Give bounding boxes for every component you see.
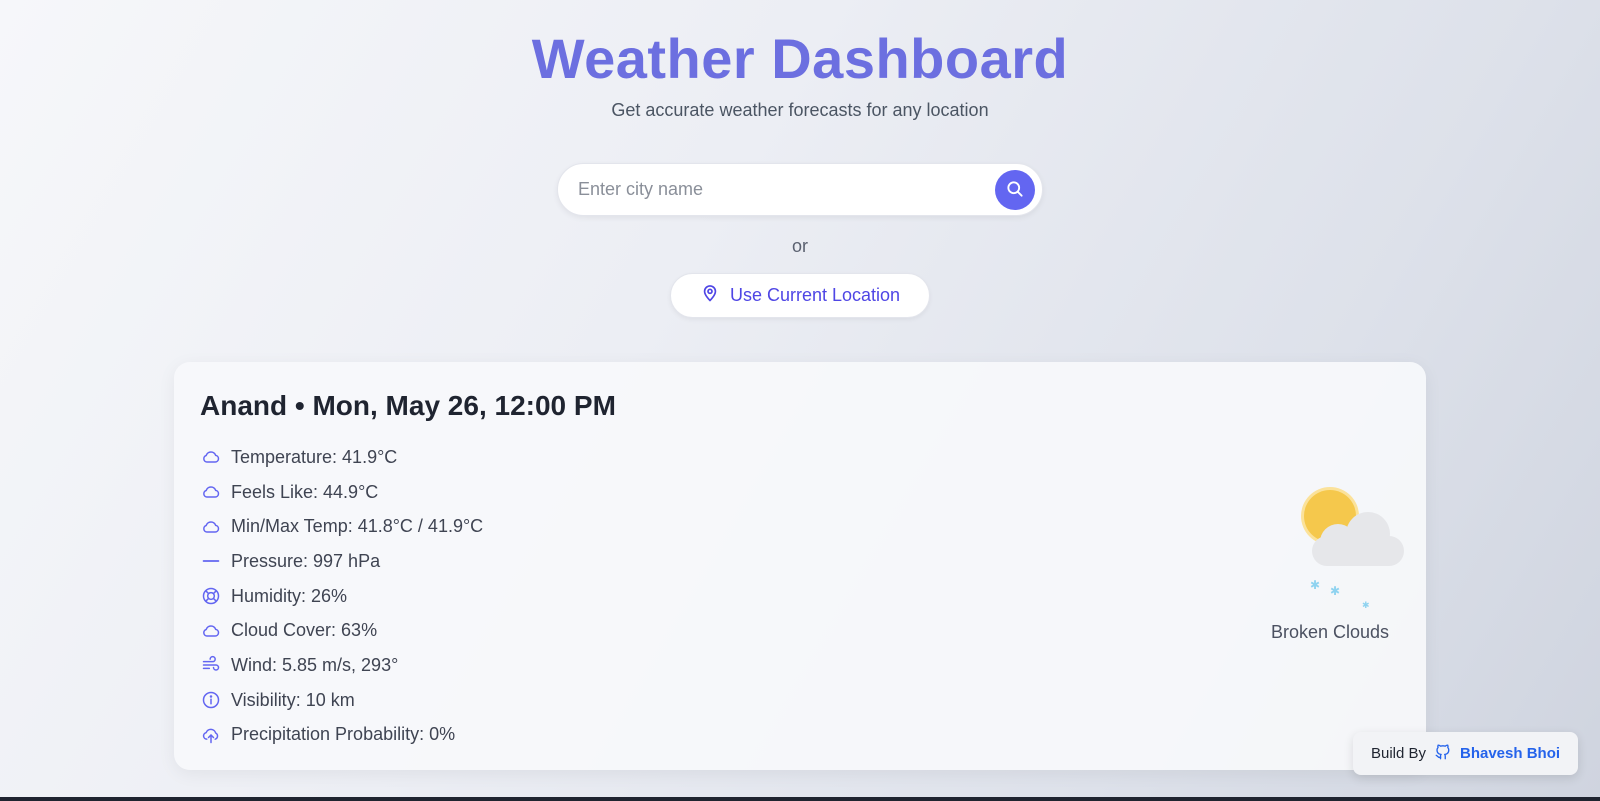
- search-button[interactable]: [995, 170, 1035, 210]
- location-pin-icon: [700, 283, 720, 308]
- info-icon: [200, 689, 222, 711]
- snowflake-icon: ✱: [1362, 600, 1370, 610]
- detail-text: Min/Max Temp: 41.8°C / 41.9°C: [231, 516, 484, 537]
- detail-text: Temperature: 41.9°C: [231, 446, 398, 467]
- location-button-label: Use Current Location: [729, 285, 901, 305]
- detail-humidity: Humidity: 26%: [200, 579, 483, 614]
- cloud-icon: [200, 620, 222, 642]
- wind-icon: [200, 654, 222, 676]
- detail-text: Cloud Cover: 63%: [231, 620, 378, 641]
- header: Weather Dashboard Get accurate weather f…: [0, 28, 1600, 121]
- detail-wind: Wind: 5.85 m/s, 293°: [200, 648, 483, 683]
- credit-badge: Build By Bhavesh Bhoi: [1353, 732, 1578, 775]
- condition-label: Broken Clouds: [1270, 622, 1390, 642]
- cloud-icon: [200, 481, 222, 503]
- detail-visibility: Visibility: 10 km: [200, 683, 483, 718]
- lifebuoy-icon: [200, 585, 222, 607]
- detail-precipitation: Precipitation Probability: 0%: [200, 718, 483, 753]
- cloud-shape: [1312, 512, 1404, 566]
- weather-card: Anand • Mon, May 26, 12:00 PM Temperatur…: [174, 362, 1426, 770]
- author-link[interactable]: Bhavesh Bhoi: [1460, 745, 1560, 762]
- dash-icon: [200, 550, 222, 572]
- weather-details-list: Temperature: 41.9°C Feels Like: 44.9°C M…: [200, 440, 483, 752]
- detail-feels-like: Feels Like: 44.9°C: [200, 475, 483, 510]
- search-input[interactable]: [578, 164, 978, 215]
- detail-temperature: Temperature: 41.9°C: [200, 440, 483, 475]
- detail-text: Visibility: 10 km: [231, 689, 355, 710]
- detail-text: Wind: 5.85 m/s, 293°: [231, 654, 399, 675]
- page-title: Weather Dashboard: [531, 27, 1069, 90]
- detail-text: Humidity: 26%: [231, 585, 348, 606]
- use-current-location-button[interactable]: Use Current Location: [670, 273, 930, 318]
- detail-pressure: Pressure: 997 hPa: [200, 544, 483, 579]
- detail-min-max-temp: Min/Max Temp: 41.8°C / 41.9°C: [200, 509, 483, 544]
- search-bar: [557, 163, 1043, 216]
- snowflake-icon: ✱: [1330, 584, 1341, 598]
- cloud-icon: [200, 516, 222, 538]
- cloud-icon: [200, 446, 222, 468]
- detail-text: Precipitation Probability: 0%: [231, 724, 456, 745]
- snowflake-icon: ✱: [1310, 578, 1321, 592]
- sun-cloud-icon: ✱ ✱ ✱: [1260, 490, 1404, 620]
- detail-cloud-cover: Cloud Cover: 63%: [200, 613, 483, 648]
- bottom-edge: [0, 797, 1600, 801]
- location-datetime-heading: Anand • Mon, May 26, 12:00 PM: [200, 390, 616, 421]
- weather-condition: ✱ ✱ ✱ Broken Clouds: [1260, 490, 1404, 643]
- page-subtitle: Get accurate weather forecasts for any l…: [611, 100, 989, 120]
- github-icon: [1434, 743, 1452, 765]
- cloud-upload-icon: [200, 724, 222, 746]
- detail-text: Pressure: 997 hPa: [231, 550, 381, 571]
- or-divider-text: or: [791, 236, 808, 256]
- detail-text: Feels Like: 44.9°C: [231, 481, 379, 502]
- credit-prefix: Build By: [1370, 745, 1426, 762]
- search-icon: [1005, 179, 1025, 202]
